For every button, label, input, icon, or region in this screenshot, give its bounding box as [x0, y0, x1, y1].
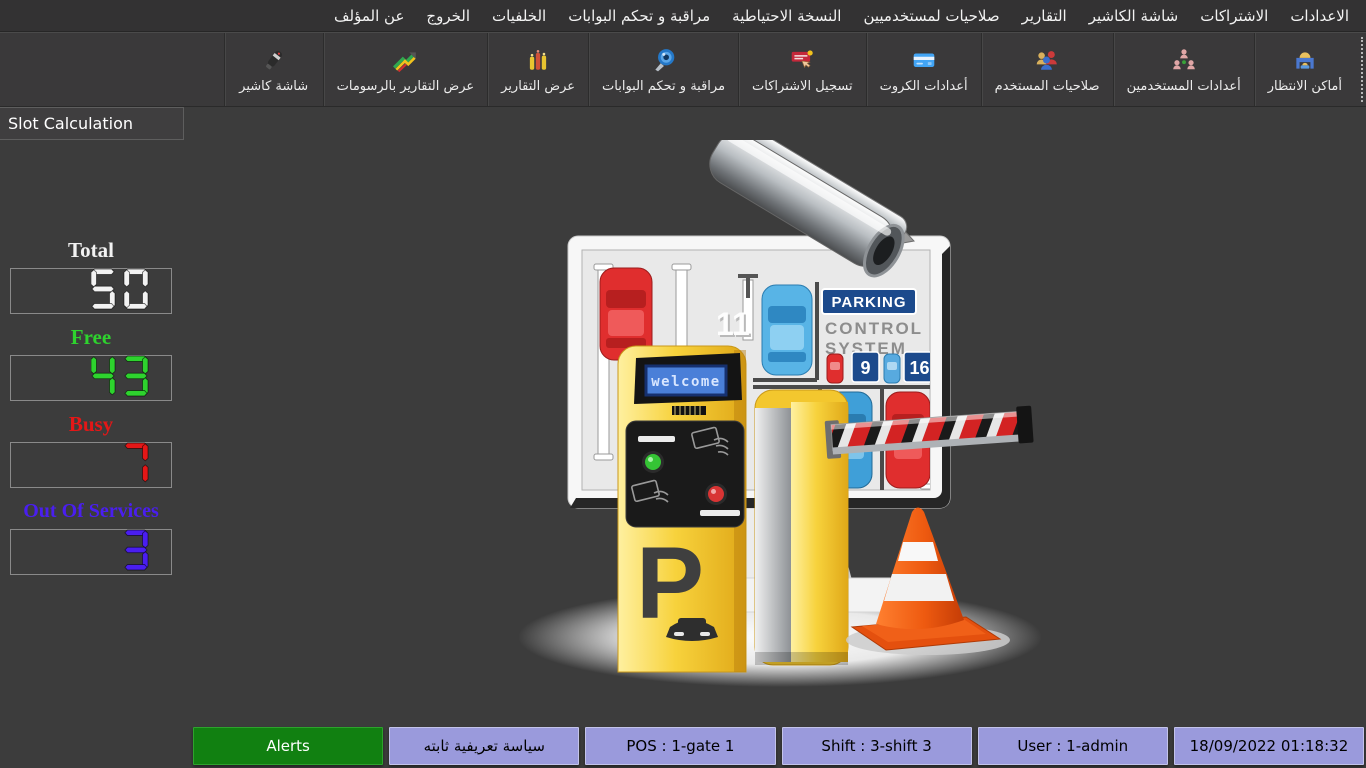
- menu-bar: الاعدادات الاشتراكات شاشة الكاشير التقار…: [0, 0, 1366, 32]
- toolbar-subscription-register[interactable]: تسجيل الاشتراكات: [738, 33, 866, 106]
- toolbar-label: عرض التقارير بالرسومات: [337, 79, 475, 94]
- parking-places-icon: [1292, 46, 1318, 74]
- toolbar-cards-settings[interactable]: أعدادات الكروت: [866, 33, 981, 106]
- subscription-register-icon: [789, 46, 815, 74]
- reports-icon: [525, 46, 551, 74]
- charts-reports-icon: [392, 46, 418, 74]
- gates-control-icon: [651, 46, 677, 74]
- menu-about[interactable]: عن المؤلف: [323, 0, 415, 32]
- menu-settings[interactable]: الاعدادات: [1279, 0, 1360, 32]
- toolbar-charts-reports[interactable]: عرض التقارير بالرسومات: [323, 33, 488, 106]
- menu-backup[interactable]: النسخة الاحتياطية: [721, 0, 852, 32]
- menu-exit[interactable]: الخروج: [415, 0, 481, 32]
- pricing-policy-button[interactable]: سياسة تعريفية ثابته: [389, 727, 579, 765]
- datetime-button[interactable]: 18/09/2022 01:18:32: [1174, 727, 1364, 765]
- stat-display-total: [10, 268, 172, 314]
- menu-gates-control[interactable]: مراقبة و تحكم البوابات: [557, 0, 721, 32]
- cashier-screen-icon: [261, 46, 287, 74]
- ticket-kiosk: welcome P: [618, 346, 746, 672]
- toolbar-label: أعدادات المستخدمين: [1127, 79, 1241, 94]
- screen-red-count: 9: [860, 358, 870, 378]
- users-settings-icon: [1171, 46, 1197, 74]
- cards-settings-icon: [911, 46, 937, 74]
- parking-illustration: 11 11 PARKING CONTROL SYSTEM 9 16: [500, 140, 1120, 710]
- menu-reports[interactable]: التقارير: [1011, 0, 1078, 32]
- toolbar-dotted-separator: [1358, 37, 1363, 102]
- menu-user-permissions[interactable]: صلاحيات لمستخدميين: [852, 0, 1010, 32]
- shift-button[interactable]: Shift : 3-shift 3: [782, 727, 972, 765]
- toolbar-label: مراقبة و تحكم البوابات: [602, 79, 725, 94]
- toolbar-reports[interactable]: عرض التقارير: [487, 33, 588, 106]
- toolbar-label: أماكن الانتظار: [1268, 79, 1342, 94]
- menu-cashier-screen[interactable]: شاشة الكاشير: [1078, 0, 1189, 32]
- toolbar-users-settings[interactable]: أعدادات المستخدمين: [1113, 33, 1254, 106]
- slot-stats-panel: Total Free Busy Out Of Services: [10, 234, 172, 582]
- toolbar: أماكن الانتظار أعدادات المستخدمين صلاحيا…: [0, 32, 1366, 107]
- toolbar-label: صلاحيات المستخدم: [995, 79, 1100, 94]
- stat-label-out-of-services: Out Of Services: [10, 495, 172, 529]
- kiosk-welcome-text: welcome: [651, 374, 721, 390]
- toolbar-label: تسجيل الاشتراكات: [752, 79, 853, 94]
- toolbar-parking-places[interactable]: أماكن الانتظار: [1254, 33, 1355, 106]
- menu-backgrounds[interactable]: الخلفيات: [481, 0, 557, 32]
- stat-label-total: Total: [10, 234, 172, 268]
- toolbar-label: عرض التقارير: [501, 79, 575, 94]
- screen-control-text: CONTROL: [825, 319, 923, 338]
- menu-subscriptions[interactable]: الاشتراكات: [1189, 0, 1279, 32]
- toolbar-gates-control[interactable]: مراقبة و تحكم البوابات: [588, 33, 738, 106]
- alerts-button[interactable]: Alerts: [193, 727, 383, 765]
- toolbar-label: شاشة كاشير: [239, 79, 308, 94]
- pos-button[interactable]: POS : 1-gate 1: [585, 727, 775, 765]
- toolbar-cashier-screen[interactable]: شاشة كاشير: [224, 33, 323, 106]
- toolbar-user-permissions[interactable]: صلاحيات المستخدم: [981, 33, 1113, 106]
- user-permissions-icon: [1034, 46, 1060, 74]
- stat-label-free: Free: [10, 321, 172, 355]
- stat-display-busy: [10, 442, 172, 488]
- stat-display-free: [10, 355, 172, 401]
- screen-slot-number: 11: [716, 306, 750, 342]
- screen-blue-count: 16: [909, 358, 929, 378]
- toolbar-label: أعدادات الكروت: [880, 79, 968, 94]
- screen-car-blue-top: [762, 285, 812, 375]
- user-button[interactable]: User : 1-admin: [978, 727, 1168, 765]
- stat-label-busy: Busy: [10, 408, 172, 442]
- screen-parking-badge: PARKING: [831, 294, 906, 311]
- stat-display-out-of-services: [10, 529, 172, 575]
- status-bar: Alerts سياسة تعريفية ثابته POS : 1-gate …: [193, 727, 1364, 765]
- slot-calculation-title: Slot Calculation: [0, 107, 184, 140]
